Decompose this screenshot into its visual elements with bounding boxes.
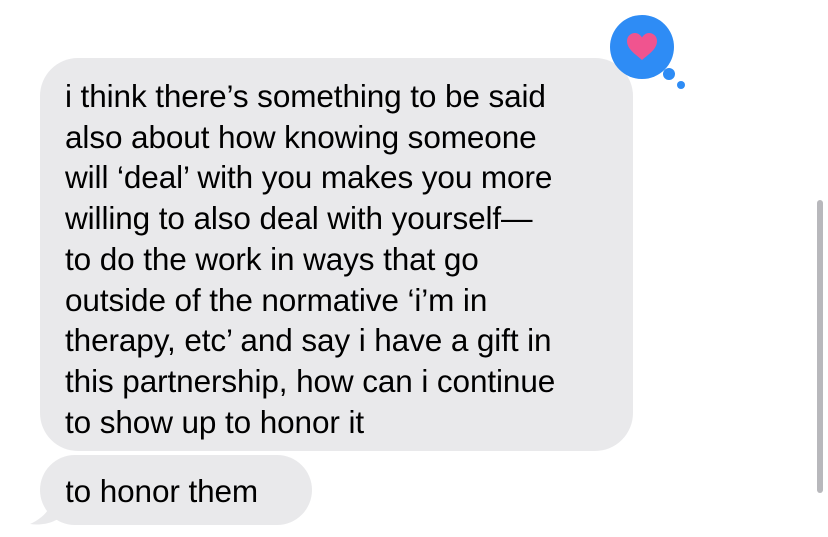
message-tail bbox=[30, 480, 66, 525]
message-text: to honor them bbox=[65, 473, 259, 509]
reaction-tail-dot bbox=[677, 81, 685, 89]
message-thread: i think there’s something to be said als… bbox=[0, 0, 828, 537]
scrollbar[interactable] bbox=[817, 200, 823, 493]
tapback-reaction[interactable] bbox=[610, 14, 690, 94]
message-text: i think there’s something to be said als… bbox=[65, 78, 556, 440]
message-bubble[interactable]: i think there’s something to be said als… bbox=[40, 58, 633, 451]
reaction-tail-dot bbox=[663, 68, 675, 80]
message-bubble[interactable]: to honor them bbox=[40, 455, 312, 525]
